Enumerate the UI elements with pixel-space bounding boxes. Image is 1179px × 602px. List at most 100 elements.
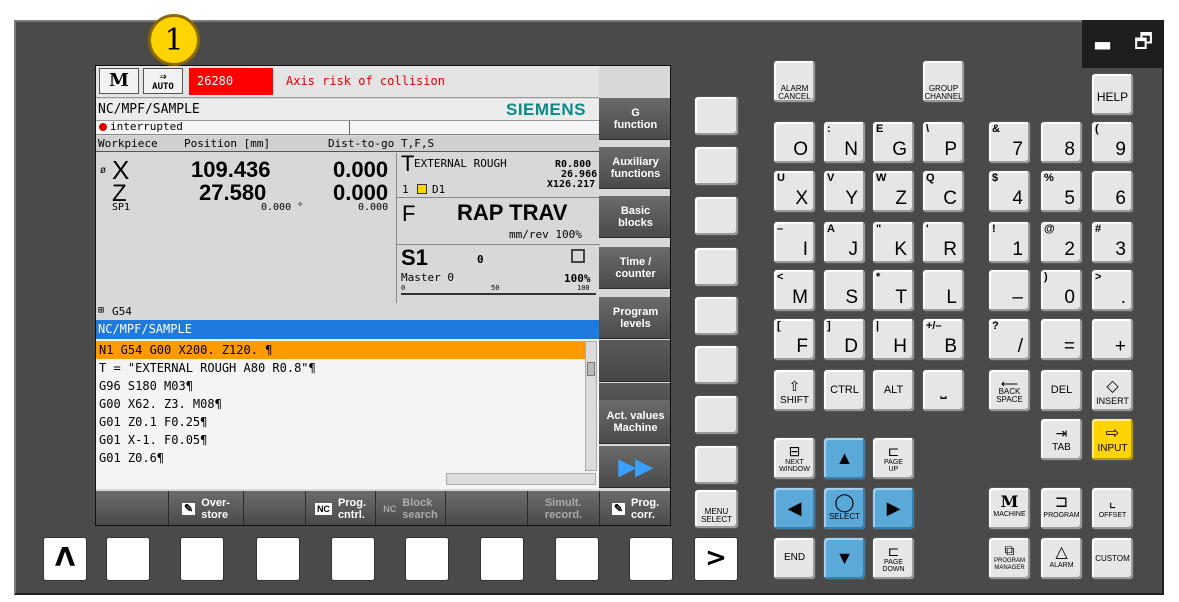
help-key[interactable]: HELP <box>1091 73 1134 116</box>
hw-softkey-v4[interactable] <box>694 247 739 287</box>
program-line[interactable]: G01 Z0.1 F0.25¶ <box>96 413 585 431</box>
end-key[interactable]: END <box>773 537 816 580</box>
hw-softkey-h3[interactable] <box>256 537 300 581</box>
alarm-number[interactable]: 26280 <box>189 68 273 95</box>
input-key[interactable]: ⇨ INPUT <box>1091 418 1134 461</box>
program-manager-key[interactable]: ⧉ PROGRAM MANAGER <box>988 537 1031 580</box>
hw-softkey-h4[interactable] <box>331 537 375 581</box>
key-r3-4[interactable]: ! 1 <box>988 221 1031 264</box>
offset-key[interactable]: ⌞ OFFSET <box>1091 487 1134 530</box>
key-r2-4[interactable]: $4 <box>988 170 1031 213</box>
softkey-auxiliary-functions[interactable]: Auxiliary functions <box>599 147 670 189</box>
shift-key[interactable]: ⇧ SHIFT <box>773 369 816 412</box>
key-r1-2[interactable]: EG <box>872 121 915 164</box>
scrollbar-thumb[interactable] <box>587 362 595 376</box>
key-r5-4[interactable]: ? / <box>988 318 1031 361</box>
key-r1-3[interactable]: \ P <box>922 121 965 164</box>
arrow-right-key[interactable]: ▶ <box>872 487 915 530</box>
custom-key[interactable]: CUSTOM <box>1091 537 1134 580</box>
hw-softkey-v3[interactable] <box>694 196 739 236</box>
softkey-time-counter[interactable]: Time / counter <box>599 247 670 289</box>
program-line[interactable]: G01 Z0.6¶ <box>96 449 585 467</box>
group-channel-key[interactable]: GROUP CHANNEL <box>922 60 965 103</box>
key-r2-2[interactable]: WZ <box>872 170 915 213</box>
key-r5-0[interactable]: [F <box>773 318 816 361</box>
key-r5-2[interactable]: | H <box>872 318 915 361</box>
key-r2-1[interactable]: VY <box>823 170 866 213</box>
space-key[interactable]: ⎵ <box>922 369 965 412</box>
key-r1-0[interactable]: O <box>773 121 816 164</box>
page-down-key[interactable]: ⊏ PAGE DOWN <box>872 537 915 580</box>
key-r5-3[interactable]: +/– B <box>922 318 965 361</box>
program-line[interactable]: G96 S180 M03¶ <box>96 377 585 395</box>
hw-softkey-h6[interactable] <box>480 537 524 581</box>
key-r2-6[interactable]: 6 <box>1091 170 1134 213</box>
horizontal-scrollbar[interactable] <box>446 473 596 485</box>
key-r4-5[interactable]: ) 0 <box>1040 269 1083 312</box>
backspace-key[interactable]: ⟵ BACK SPACE <box>988 369 1031 412</box>
key-r1-1[interactable]: :N <box>823 121 866 164</box>
softkey-act-values-machine[interactable]: Act. values Machine <box>599 400 670 444</box>
key-r4-0[interactable]: < M <box>773 269 816 312</box>
hw-softkey-v2[interactable] <box>694 146 739 186</box>
hw-softkey-v5[interactable] <box>694 296 739 336</box>
key-r4-3[interactable]: L <box>922 269 965 312</box>
key-r4-6[interactable]: >. <box>1091 269 1134 312</box>
key-r5-1[interactable]: ] D <box>823 318 866 361</box>
alt-key[interactable]: ALT <box>872 369 915 412</box>
hsoftkey-block-search[interactable]: NC Block search <box>376 491 446 525</box>
vertical-scrollbar[interactable] <box>585 341 597 471</box>
hsoftkey-prog-corr[interactable]: ✎ Prog. corr. <box>600 491 670 525</box>
key-r3-1[interactable]: AJ <box>823 221 866 264</box>
key-r2-5[interactable]: % 5 <box>1040 170 1083 213</box>
hsoftkey-simult-record[interactable]: Simult. record. <box>528 491 600 525</box>
hw-softkey-v8[interactable] <box>694 445 739 485</box>
key-r5-5[interactable]: = <box>1040 318 1083 361</box>
key-r4-1[interactable]: S <box>823 269 866 312</box>
select-key[interactable]: ◯ SELECT <box>823 487 866 530</box>
key-r2-0[interactable]: UX <box>773 170 816 213</box>
key-r3-5[interactable]: @2 <box>1040 221 1083 264</box>
tab-key[interactable]: ⇥ TAB <box>1040 418 1083 461</box>
hw-softkey-h7[interactable] <box>555 537 599 581</box>
softkey-more[interactable]: ▶▶ <box>599 446 670 488</box>
key-r1-5[interactable]: 8 <box>1040 121 1083 164</box>
program-line[interactable]: G01 X-1. F0.05¶ <box>96 431 585 449</box>
hsoftkey-3[interactable] <box>244 491 306 525</box>
key-r3-3[interactable]: ' R <box>922 221 965 264</box>
key-r4-2[interactable]: * T <box>872 269 915 312</box>
arrow-left-key[interactable]: ◀ <box>773 487 816 530</box>
etc-key[interactable]: > <box>694 537 738 581</box>
del-key[interactable]: DEL <box>1040 369 1083 412</box>
hw-softkey-h5[interactable] <box>405 537 449 581</box>
ctrl-key[interactable]: CTRL <box>823 369 866 412</box>
hsoftkey-overstore[interactable]: ✎ Over- store <box>169 491 244 525</box>
key-r3-2[interactable]: " K <box>872 221 915 264</box>
recall-key[interactable]: Λ <box>43 537 87 581</box>
machine-key[interactable]: M MACHINE <box>988 487 1031 530</box>
key-r3-0[interactable]: – I <box>773 221 816 264</box>
arrow-down-key[interactable]: ▼ <box>823 537 866 580</box>
softkey-program-levels[interactable]: Program levels <box>599 297 670 339</box>
program-line[interactable]: T = "EXTERNAL ROUGH A80 R0.8"¶ <box>96 359 585 377</box>
hw-softkey-v1[interactable] <box>694 96 739 136</box>
next-window-key[interactable]: ⊟ NEXT WINDOW <box>773 437 816 480</box>
alarm-key[interactable]: △ ALARM <box>1040 537 1083 580</box>
insert-key[interactable]: ◇ INSERT <box>1091 369 1134 412</box>
softkey-empty-6[interactable] <box>599 340 670 382</box>
hsoftkey-1[interactable] <box>96 491 169 525</box>
hw-softkey-h1[interactable] <box>106 537 150 581</box>
hsoftkey-prog-cntrl[interactable]: NC Prog. cntrl. <box>306 491 376 525</box>
program-line[interactable]: N1 G54 G00 X200. Z120. ¶ <box>96 341 585 359</box>
minimize-icon[interactable]: ▬ <box>1093 32 1112 56</box>
program-key[interactable]: ⊐ PROGRAM <box>1040 487 1083 530</box>
key-r2-3[interactable]: QC <box>922 170 965 213</box>
hw-softkey-v6[interactable] <box>694 345 739 385</box>
key-r3-6[interactable]: #3 <box>1091 221 1134 264</box>
hw-softkey-h8[interactable] <box>629 537 673 581</box>
hsoftkey-5[interactable] <box>446 491 528 525</box>
program-editor[interactable]: N1 G54 G00 X200. Z120. ¶ T = "EXTERNAL R… <box>96 339 599 489</box>
key-r4-4[interactable]: – <box>988 269 1031 312</box>
hw-softkey-h2[interactable] <box>180 537 224 581</box>
key-r1-4[interactable]: & 7 <box>988 121 1031 164</box>
